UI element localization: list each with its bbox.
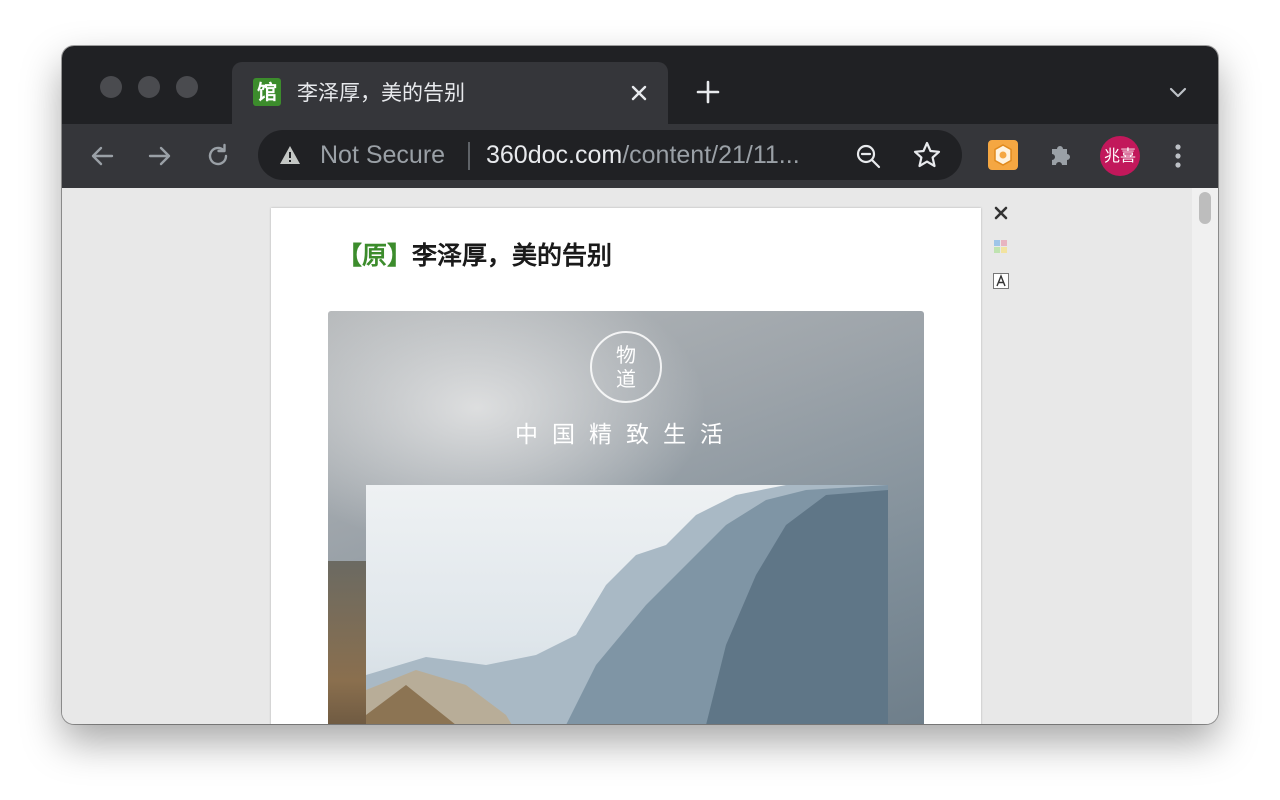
site-favicon-icon: 馆	[253, 78, 281, 106]
hero-slogan: 中国精致生活	[515, 422, 737, 448]
layout-grid-icon[interactable]	[992, 238, 1010, 256]
security-status-label[interactable]: Not Secure	[320, 139, 445, 171]
tab-close-icon[interactable]	[626, 80, 652, 106]
article-title: 【原】李泽厚，美的告别	[337, 238, 612, 274]
reload-icon[interactable]	[202, 140, 234, 172]
close-window-button[interactable]	[100, 76, 122, 98]
warning-triangle-icon[interactable]	[278, 143, 302, 167]
font-size-icon[interactable]	[992, 272, 1010, 290]
close-x-icon[interactable]	[992, 204, 1010, 222]
browser-window: 馆 李泽厚，美的告别 Not Secure 360doc.com/content…	[62, 46, 1218, 724]
back-arrow-icon[interactable]	[86, 140, 118, 172]
page-viewport: 【原】李泽厚，美的告别 物道 中国精致生活	[62, 188, 1218, 724]
extensions-puzzle-icon[interactable]	[1046, 140, 1076, 170]
url-text[interactable]: 360doc.com/content/21/11...	[486, 139, 800, 171]
profile-avatar[interactable]: 兆喜	[1100, 136, 1140, 176]
new-tab-icon[interactable]	[692, 76, 724, 108]
address-separator	[468, 142, 470, 170]
browser-toolbar: Not Secure 360doc.com/content/21/11... 兆…	[62, 124, 1218, 188]
forward-arrow-icon[interactable]	[144, 140, 176, 172]
bookmark-star-icon[interactable]	[912, 140, 942, 170]
article-card: 【原】李泽厚，美的告别 物道 中国精致生活	[271, 208, 981, 724]
seal-char-1: 物	[616, 343, 636, 367]
mountain-illustration	[366, 485, 888, 724]
url-host: 360doc.com	[486, 141, 623, 169]
minimize-window-button[interactable]	[138, 76, 160, 98]
more-menu-icon[interactable]	[1166, 140, 1190, 172]
brand-seal-logo: 物道	[590, 331, 662, 403]
maximize-window-button[interactable]	[176, 76, 198, 98]
address-bar[interactable]: Not Secure 360doc.com/content/21/11...	[258, 130, 962, 180]
tab-search-chevron-icon[interactable]	[1166, 80, 1190, 104]
article-title-text: 李泽厚，美的告别	[412, 241, 613, 270]
vertical-scrollbar[interactable]	[1192, 188, 1218, 724]
tab-title: 李泽厚，美的告别	[297, 81, 465, 105]
hexagon-icon	[994, 144, 1012, 166]
url-path: /content/21/11...	[622, 141, 800, 169]
tab-bar: 馆 李泽厚，美的告别	[62, 46, 1218, 124]
zoom-out-icon[interactable]	[854, 142, 882, 170]
active-tab[interactable]: 馆 李泽厚，美的告别	[232, 62, 668, 124]
original-tag: 【原】	[337, 241, 413, 270]
window-controls	[100, 76, 198, 98]
seal-char-2: 道	[616, 367, 636, 391]
mountain-photo	[366, 485, 888, 724]
hero-image: 物道 中国精致生活	[328, 311, 924, 724]
extension-honey-icon[interactable]	[988, 140, 1018, 170]
scrollbar-thumb[interactable]	[1199, 192, 1211, 224]
